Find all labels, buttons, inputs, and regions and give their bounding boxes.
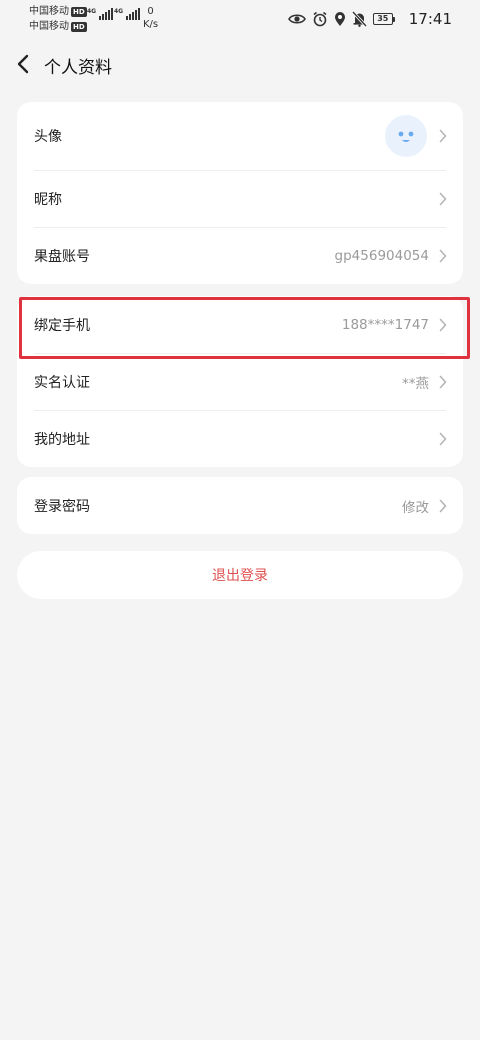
highlight-box: [19, 297, 470, 359]
realname-row[interactable]: 实名认证 **燕: [17, 353, 463, 410]
signal-icon: 4G: [87, 8, 114, 20]
page-title: 个人资料: [44, 58, 112, 78]
chevron-right-icon: [439, 192, 447, 205]
account-label: 果盘账号: [34, 248, 90, 265]
chevron-left-icon: [17, 54, 29, 74]
account-value: gp456904054: [334, 247, 429, 264]
avatar-face-icon: [398, 131, 414, 142]
avatar-label: 头像: [34, 129, 62, 145]
chevron-right-icon: [439, 129, 447, 143]
eye-icon: [287, 14, 306, 24]
status-icons: 35 17:41: [287, 9, 452, 29]
header: 个人资料: [0, 44, 480, 84]
chevron-right-icon: [439, 375, 447, 388]
carrier-info: 中国移动 HD 中国移动 HD: [29, 4, 87, 34]
password-label: 登录密码: [34, 498, 90, 515]
account-row[interactable]: 果盘账号 gp456904054: [17, 227, 463, 284]
password-card: 登录密码 修改: [17, 477, 463, 534]
back-button[interactable]: [12, 50, 34, 78]
hd-badge: HD: [71, 21, 87, 32]
signal-icon: 4G: [114, 8, 141, 20]
chevron-right-icon: [439, 249, 447, 262]
location-icon: [334, 12, 345, 26]
chevron-right-icon: [439, 432, 447, 445]
address-row[interactable]: 我的地址: [17, 410, 463, 467]
mute-bell-icon: [351, 11, 367, 27]
alarm-icon: [313, 11, 327, 27]
profile-card: 头像 昵称 果盘账号 gp456904054: [17, 102, 463, 284]
status-bar: 中国移动 HD 中国移动 HD 4G 4G 0 K/s 35 17:41: [0, 0, 480, 40]
carrier-name-1: 中国移动: [29, 5, 69, 17]
net-speed-value: 0: [147, 6, 154, 17]
realname-label: 实名认证: [34, 374, 90, 391]
password-edit-value: 修改: [402, 499, 429, 516]
net-speed-unit: K/s: [143, 19, 159, 30]
avatar-row[interactable]: 头像: [17, 102, 463, 170]
realname-value: **燕: [402, 375, 429, 392]
password-row[interactable]: 登录密码 修改: [17, 477, 463, 534]
battery-level: 35: [372, 13, 393, 25]
carrier-name-2: 中国移动: [29, 20, 69, 32]
address-label: 我的地址: [34, 431, 90, 448]
battery-icon: 35: [372, 13, 395, 25]
hd-badge: HD: [71, 6, 87, 17]
logout-button[interactable]: 退出登录: [17, 551, 463, 599]
nickname-row[interactable]: 昵称: [17, 170, 463, 227]
chevron-right-icon: [439, 499, 447, 512]
status-time: 17:41: [408, 10, 452, 28]
net-speed: 0 K/s: [143, 5, 158, 31]
nickname-label: 昵称: [34, 191, 62, 208]
avatar[interactable]: [385, 115, 427, 157]
